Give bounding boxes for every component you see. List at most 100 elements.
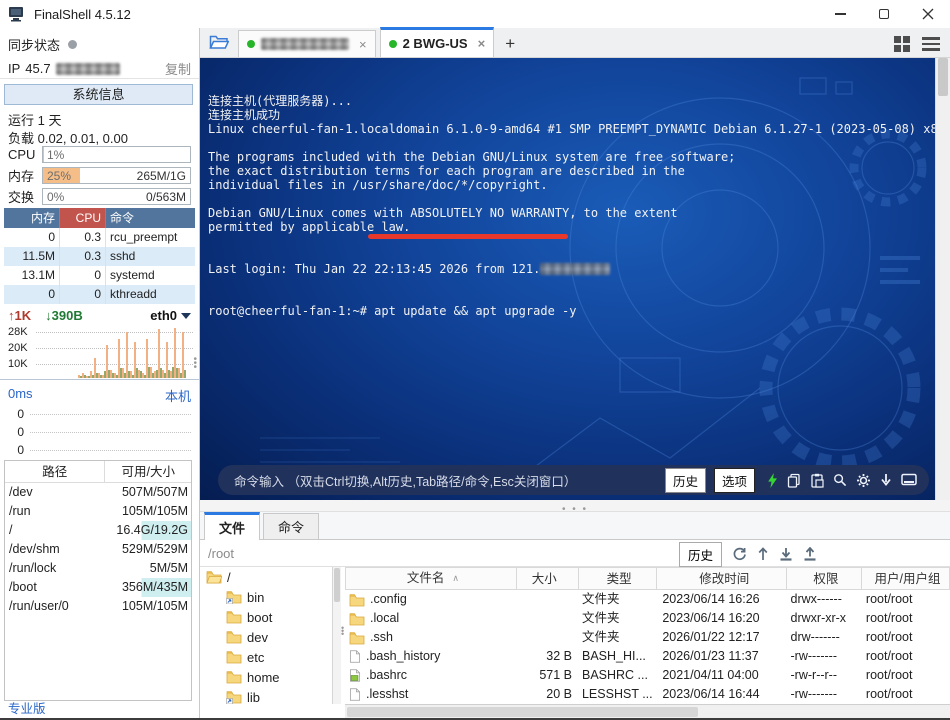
disk-row[interactable]: /run 105M/105M — [5, 502, 191, 521]
header-type[interactable]: 类型 — [579, 568, 657, 589]
open-connections-button[interactable] — [200, 28, 238, 57]
terminal-scrollbar[interactable] — [935, 58, 950, 500]
file-row[interactable]: .bashrc 571 B BASHRC ... 2021/04/11 04:00 -r… — [345, 666, 950, 685]
terminal[interactable]: 连接主机(代理服务器)... 连接主机成功 Linux cheerful-fan-1… — [200, 58, 935, 500]
tab-commands[interactable]: 命令 — [263, 513, 320, 539]
folder-icon — [226, 650, 242, 664]
folder-icon — [349, 593, 365, 607]
process-table-header[interactable]: 内存 CPU 命令 — [4, 208, 195, 228]
network-chart: 28K 20K 10K — [0, 325, 199, 380]
refresh-icon[interactable] — [732, 547, 747, 562]
search-icon[interactable] — [833, 473, 847, 487]
tree-resize-handle[interactable]: • • • — [341, 624, 344, 639]
file-row[interactable]: .bash_history 32 B BASH_HI... 2026/01/23 11… — [345, 647, 950, 666]
gear-icon[interactable] — [856, 473, 871, 488]
close-tab-icon[interactable]: × — [359, 37, 367, 52]
lightning-icon[interactable] — [767, 472, 778, 488]
options-button[interactable]: 选项 — [713, 467, 755, 493]
download-icon[interactable] — [779, 547, 793, 562]
disk-row[interactable]: /dev/shm 529M/529M — [5, 540, 191, 559]
tree-item-dev[interactable]: dev — [200, 627, 332, 647]
scrollbar-thumb[interactable] — [938, 58, 948, 96]
current-path-input[interactable]: /root — [208, 546, 950, 561]
command-input-placeholder[interactable]: 命令输入 （双击Ctrl切换,Alt历史,Tab路径/命令,Esc关闭窗口） — [234, 471, 657, 490]
monitor-icon[interactable] — [901, 473, 917, 487]
ping-target-selector[interactable]: 本机 — [165, 386, 191, 405]
system-info-button[interactable]: 系统信息 — [4, 84, 193, 105]
tree-item-bin[interactable]: bin — [200, 587, 332, 607]
folder-icon — [226, 630, 242, 644]
terminal-line: the exact distribution terms for each pr… — [208, 164, 685, 178]
process-header-memory[interactable]: 内存 — [4, 208, 60, 228]
process-header-command[interactable]: 命令 — [106, 208, 195, 228]
disk-row[interactable]: /boot 356M/435M — [5, 578, 191, 597]
file-row[interactable]: .local 文件夹 2023/06/14 16:20 drwxr-xr-x root/… — [345, 609, 950, 628]
disk-header-size[interactable]: 可用/大小 — [105, 461, 191, 482]
command-input-bar[interactable]: 命令输入 （双击Ctrl切换,Alt历史,Tab路径/命令,Esc关闭窗口） 历… — [218, 465, 929, 495]
tree-item-boot[interactable]: boot — [200, 607, 332, 627]
file-panel-tabs: 文件 命令 — [200, 512, 950, 540]
file-row[interactable]: .ssh 文件夹 2026/01/22 12:17 drw------- root/ro… — [345, 628, 950, 647]
down-arrow-icon[interactable] — [880, 473, 892, 487]
session-tab-2[interactable]: 2 BWG-US × — [379, 27, 495, 57]
sync-status-dot — [68, 40, 78, 49]
minimize-icon — [834, 13, 846, 15]
header-perms[interactable]: 权限 — [787, 568, 863, 589]
ip-value-prefix: 45.7 — [25, 61, 51, 76]
divider — [0, 78, 199, 79]
copy-ip-button[interactable]: 复制 — [165, 59, 191, 78]
path-history-button[interactable]: 历史 — [678, 542, 722, 567]
up-level-icon[interactable] — [757, 547, 769, 562]
maximize-button[interactable] — [862, 0, 906, 28]
close-button[interactable] — [906, 0, 950, 28]
tab-files[interactable]: 文件 — [204, 512, 261, 540]
history-button[interactable]: 历史 — [664, 467, 706, 493]
tree-item-home[interactable]: home — [200, 667, 332, 687]
disk-row[interactable]: /run/user/0 105M/105M — [5, 597, 191, 616]
tree-item-lib[interactable]: lib — [200, 687, 332, 704]
scrollbar-thumb[interactable] — [347, 707, 698, 717]
file-icon — [349, 688, 361, 701]
interface-selector[interactable]: eth0 — [150, 308, 191, 323]
menu-button[interactable] — [922, 37, 940, 51]
tree-item-root[interactable]: / — [200, 567, 332, 587]
header-mtime[interactable]: 修改时间 — [657, 568, 787, 589]
process-row[interactable]: 0 0 kthreadd — [4, 285, 195, 304]
disk-row[interactable]: /16.4G/19.2G — [5, 521, 191, 540]
process-row[interactable]: 11.5M 0.3 sshd — [4, 247, 195, 266]
header-user[interactable]: 用户/用户组 — [862, 568, 950, 589]
panel-splitter[interactable]: • • • — [200, 500, 950, 515]
script-file-icon — [349, 669, 361, 682]
header-filename[interactable]: 文件名 ∧ — [346, 568, 517, 589]
disk-row[interactable]: /run/lock 5M/5M — [5, 559, 191, 578]
disk-row[interactable]: /dev 507M/507M — [5, 483, 191, 502]
new-tab-button[interactable]: + — [498, 31, 522, 57]
upload-icon[interactable] — [803, 547, 817, 562]
scrollbar-thumb[interactable] — [334, 568, 340, 602]
paste-icon[interactable] — [810, 473, 824, 488]
disk-header-path[interactable]: 路径 — [5, 461, 106, 482]
tree-scrollbar[interactable] — [333, 567, 341, 704]
minimize-button[interactable] — [818, 0, 862, 28]
close-tab-icon[interactable]: × — [478, 36, 486, 51]
file-name: .local — [370, 611, 400, 625]
sidebar-resize-handle[interactable]: • • • — [193, 355, 197, 373]
copy-icon[interactable] — [787, 473, 801, 488]
process-header-cpu[interactable]: CPU — [60, 208, 106, 228]
terminal-line: Debian GNU/Linux comes with ABSOLUTELY N… — [208, 206, 678, 220]
disk-table-header[interactable]: 路径 可用/大小 — [5, 461, 191, 483]
file-row[interactable]: .lesshst 20 B LESSHST ... 2023/06/14 16:44-… — [345, 685, 950, 704]
process-table: 内存 CPU 命令 0 0.3 rcu_preempt 11.5M 0.3 sshd 13.… — [4, 208, 195, 305]
file-row[interactable]: .config 文件夹 2023/06/14 16:26 drwx------ root… — [345, 590, 950, 609]
tree-item-etc[interactable]: etc — [200, 647, 332, 667]
tree-item-label: lib — [247, 689, 261, 705]
tree-item-label: / — [227, 569, 231, 585]
session-tab-1[interactable]: × — [238, 30, 376, 57]
grid-view-button[interactable] — [894, 36, 910, 52]
process-row[interactable]: 13.1M 0 systemd — [4, 266, 195, 285]
edition-label[interactable]: 专业版 — [8, 698, 46, 717]
chevron-down-icon — [181, 312, 191, 319]
header-size[interactable]: 大小 — [517, 568, 579, 589]
cpu-meter: CPU 1% — [8, 146, 191, 163]
process-row[interactable]: 0 0.3 rcu_preempt — [4, 228, 195, 247]
